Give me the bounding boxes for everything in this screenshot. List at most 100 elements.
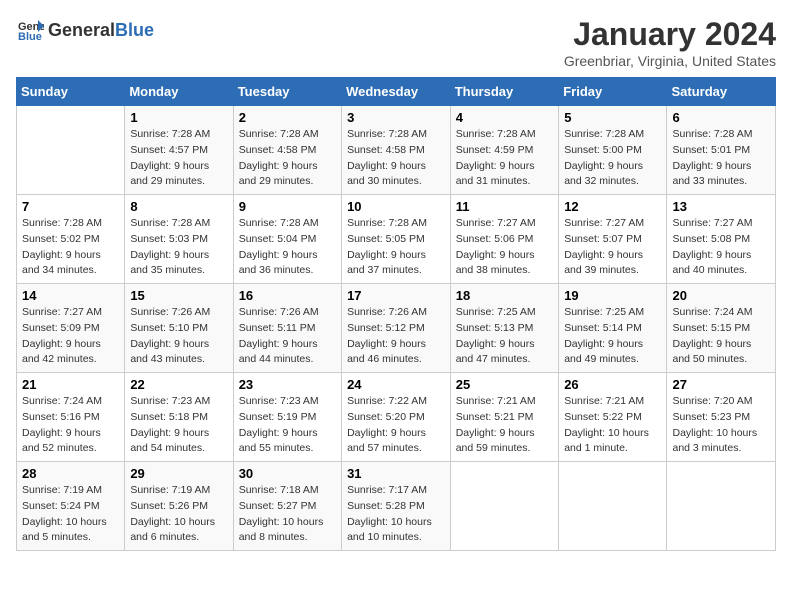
day-number: 27 [672, 377, 770, 392]
day-cell: 9 Sunrise: 7:28 AMSunset: 5:04 PMDaylight… [233, 195, 341, 284]
day-info: Sunrise: 7:27 AMSunset: 5:08 PMDaylight:… [672, 216, 770, 279]
day-cell: 3 Sunrise: 7:28 AMSunset: 4:58 PMDaylight… [342, 106, 451, 195]
day-cell: 13 Sunrise: 7:27 AMSunset: 5:08 PMDayligh… [667, 195, 776, 284]
week-row-5: 28 Sunrise: 7:19 AMSunset: 5:24 PMDayligh… [17, 462, 776, 551]
day-info: Sunrise: 7:26 AMSunset: 5:11 PMDaylight:… [239, 305, 336, 368]
day-number: 3 [347, 110, 445, 125]
day-cell: 16 Sunrise: 7:26 AMSunset: 5:11 PMDayligh… [233, 284, 341, 373]
week-row-2: 7Sunrise: 7:28 AMSunset: 5:02 PMDaylight… [17, 195, 776, 284]
day-cell [17, 106, 125, 195]
logo-blue: Blue [115, 20, 154, 41]
day-cell: 30 Sunrise: 7:18 AMSunset: 5:27 PMDayligh… [233, 462, 341, 551]
day-info: Sunrise: 7:28 AMSunset: 4:57 PMDaylight:… [130, 127, 227, 190]
day-cell: 7Sunrise: 7:28 AMSunset: 5:02 PMDaylight… [17, 195, 125, 284]
day-cell [667, 462, 776, 551]
day-cell: 27 Sunrise: 7:20 AMSunset: 5:23 PMDayligh… [667, 373, 776, 462]
header-row: SundayMondayTuesdayWednesdayThursdayFrid… [17, 78, 776, 106]
day-cell: 4 Sunrise: 7:28 AMSunset: 4:59 PMDaylight… [450, 106, 558, 195]
calendar-table: SundayMondayTuesdayWednesdayThursdayFrid… [16, 77, 776, 551]
main-title: January 2024 [564, 16, 776, 53]
day-info: Sunrise: 7:28 AMSunset: 5:01 PMDaylight:… [672, 127, 770, 190]
day-info: Sunrise: 7:27 AMSunset: 5:06 PMDaylight:… [456, 216, 553, 279]
day-number: 13 [672, 199, 770, 214]
day-info: Sunrise: 7:28 AMSunset: 4:59 PMDaylight:… [456, 127, 553, 190]
week-row-1: 1 Sunrise: 7:28 AMSunset: 4:57 PMDaylight… [17, 106, 776, 195]
day-info: Sunrise: 7:17 AMSunset: 5:28 PMDaylight:… [347, 483, 445, 546]
day-info: Sunrise: 7:19 AMSunset: 5:26 PMDaylight:… [130, 483, 227, 546]
day-cell: 2 Sunrise: 7:28 AMSunset: 4:58 PMDaylight… [233, 106, 341, 195]
day-cell: 14 Sunrise: 7:27 AMSunset: 5:09 PMDayligh… [17, 284, 125, 373]
day-info: Sunrise: 7:27 AMSunset: 5:09 PMDaylight:… [22, 305, 119, 368]
day-number: 2 [239, 110, 336, 125]
day-info: Sunrise: 7:22 AMSunset: 5:20 PMDaylight:… [347, 394, 445, 457]
header-cell-saturday: Saturday [667, 78, 776, 106]
day-number: 28 [22, 466, 119, 481]
day-number: 16 [239, 288, 336, 303]
day-info: Sunrise: 7:24 AMSunset: 5:15 PMDaylight:… [672, 305, 770, 368]
day-cell: 21 Sunrise: 7:24 AMSunset: 5:16 PMDayligh… [17, 373, 125, 462]
day-info: Sunrise: 7:23 AMSunset: 5:18 PMDaylight:… [130, 394, 227, 457]
day-info: Sunrise: 7:20 AMSunset: 5:23 PMDaylight:… [672, 394, 770, 457]
day-cell: 8Sunrise: 7:28 AMSunset: 5:03 PMDaylight… [125, 195, 233, 284]
day-number: 20 [672, 288, 770, 303]
day-number: 4 [456, 110, 553, 125]
day-info: Sunrise: 7:28 AMSunset: 5:05 PMDaylight:… [347, 216, 445, 279]
day-cell [559, 462, 667, 551]
day-info: Sunrise: 7:25 AMSunset: 5:13 PMDaylight:… [456, 305, 553, 368]
day-cell: 29Sunrise: 7:19 AMSunset: 5:26 PMDayligh… [125, 462, 233, 551]
day-cell: 11 Sunrise: 7:27 AMSunset: 5:06 PMDayligh… [450, 195, 558, 284]
day-cell: 10Sunrise: 7:28 AMSunset: 5:05 PMDayligh… [342, 195, 451, 284]
day-number: 1 [130, 110, 227, 125]
day-number: 30 [239, 466, 336, 481]
day-number: 17 [347, 288, 445, 303]
day-number: 22 [130, 377, 227, 392]
day-cell: 19Sunrise: 7:25 AMSunset: 5:14 PMDayligh… [559, 284, 667, 373]
header: General Blue GeneralBlue January 2024 Gr… [16, 16, 776, 69]
day-info: Sunrise: 7:21 AMSunset: 5:22 PMDaylight:… [564, 394, 661, 457]
day-number: 19 [564, 288, 661, 303]
day-number: 24 [347, 377, 445, 392]
day-info: Sunrise: 7:28 AMSunset: 5:04 PMDaylight:… [239, 216, 336, 279]
day-cell: 26 Sunrise: 7:21 AMSunset: 5:22 PMDayligh… [559, 373, 667, 462]
day-cell: 20 Sunrise: 7:24 AMSunset: 5:15 PMDayligh… [667, 284, 776, 373]
day-cell: 22 Sunrise: 7:23 AMSunset: 5:18 PMDayligh… [125, 373, 233, 462]
logo: General Blue GeneralBlue [16, 16, 154, 44]
week-row-3: 14 Sunrise: 7:27 AMSunset: 5:09 PMDayligh… [17, 284, 776, 373]
logo-general: General [48, 20, 115, 41]
day-cell: 17 Sunrise: 7:26 AMSunset: 5:12 PMDayligh… [342, 284, 451, 373]
header-cell-monday: Monday [125, 78, 233, 106]
day-number: 5 [564, 110, 661, 125]
day-info: Sunrise: 7:23 AMSunset: 5:19 PMDaylight:… [239, 394, 336, 457]
day-cell: 1 Sunrise: 7:28 AMSunset: 4:57 PMDaylight… [125, 106, 233, 195]
day-info: Sunrise: 7:21 AMSunset: 5:21 PMDaylight:… [456, 394, 553, 457]
day-number: 15 [130, 288, 227, 303]
day-info: Sunrise: 7:26 AMSunset: 5:10 PMDaylight:… [130, 305, 227, 368]
title-area: January 2024 Greenbriar, Virginia, Unite… [564, 16, 776, 69]
week-row-4: 21 Sunrise: 7:24 AMSunset: 5:16 PMDayligh… [17, 373, 776, 462]
day-cell: 31 Sunrise: 7:17 AMSunset: 5:28 PMDayligh… [342, 462, 451, 551]
day-cell: 18Sunrise: 7:25 AMSunset: 5:13 PMDayligh… [450, 284, 558, 373]
day-cell [450, 462, 558, 551]
day-number: 11 [456, 199, 553, 214]
day-number: 14 [22, 288, 119, 303]
day-number: 21 [22, 377, 119, 392]
svg-text:Blue: Blue [18, 31, 42, 43]
day-number: 25 [456, 377, 553, 392]
day-cell: 15 Sunrise: 7:26 AMSunset: 5:10 PMDayligh… [125, 284, 233, 373]
day-cell: 12Sunrise: 7:27 AMSunset: 5:07 PMDayligh… [559, 195, 667, 284]
day-info: Sunrise: 7:26 AMSunset: 5:12 PMDaylight:… [347, 305, 445, 368]
day-number: 31 [347, 466, 445, 481]
day-info: Sunrise: 7:28 AMSunset: 4:58 PMDaylight:… [239, 127, 336, 190]
header-cell-wednesday: Wednesday [342, 78, 451, 106]
day-info: Sunrise: 7:18 AMSunset: 5:27 PMDaylight:… [239, 483, 336, 546]
header-cell-thursday: Thursday [450, 78, 558, 106]
day-cell: 5Sunrise: 7:28 AMSunset: 5:00 PMDaylight… [559, 106, 667, 195]
day-number: 26 [564, 377, 661, 392]
day-info: Sunrise: 7:24 AMSunset: 5:16 PMDaylight:… [22, 394, 119, 457]
day-info: Sunrise: 7:19 AMSunset: 5:24 PMDaylight:… [22, 483, 119, 546]
day-number: 9 [239, 199, 336, 214]
header-cell-sunday: Sunday [17, 78, 125, 106]
day-info: Sunrise: 7:28 AMSunset: 4:58 PMDaylight:… [347, 127, 445, 190]
header-cell-friday: Friday [559, 78, 667, 106]
header-cell-tuesday: Tuesday [233, 78, 341, 106]
